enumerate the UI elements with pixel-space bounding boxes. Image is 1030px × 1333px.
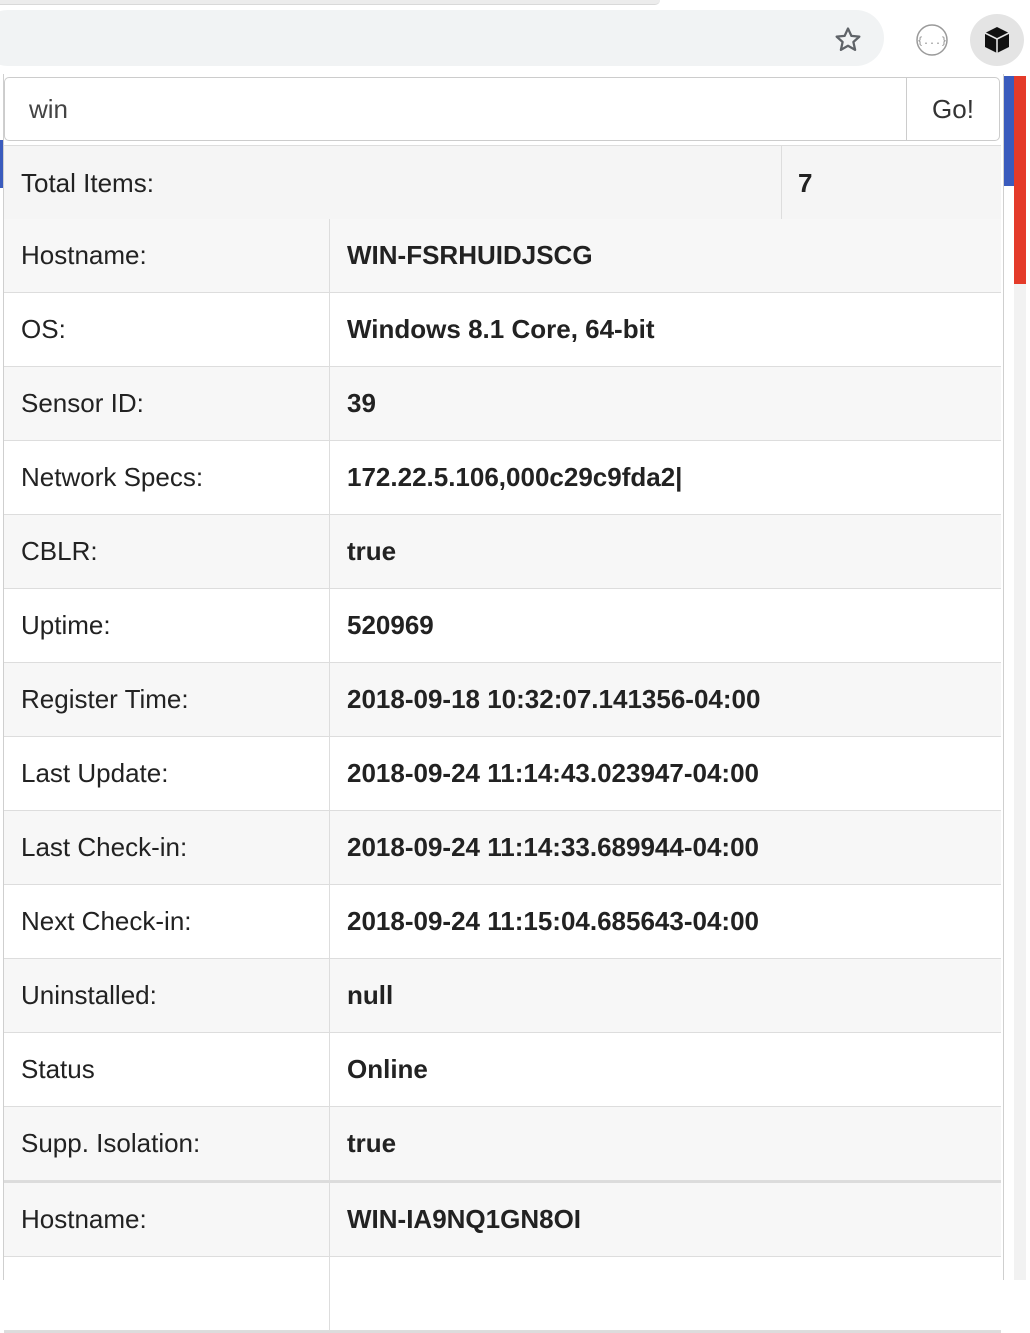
column-divider (781, 146, 782, 220)
row-value: null (347, 980, 394, 1010)
cube-extension-icon[interactable] (970, 14, 1024, 66)
record-row-hostname: Hostname: WIN-IA9NQ1GN8OI (4, 1183, 1001, 1257)
record-row-cblr: CBLR: true (4, 515, 1001, 589)
row-value: Online (347, 1054, 428, 1084)
row-value: WIN-IA9NQ1GN8OI (347, 1204, 582, 1234)
row-value: 2018-09-24 11:15:04.685643-04:00 (347, 906, 760, 936)
row-label: Last Check-in: (21, 832, 188, 862)
record-row-sensor-id: Sensor ID: 39 (4, 367, 1001, 441)
scrollbar-thumb[interactable] (1014, 76, 1026, 284)
star-icon[interactable] (828, 20, 868, 60)
row-value: Windows 8.1 Core, 64-bit (347, 314, 655, 344)
row-label: Uninstalled: (21, 980, 157, 1010)
json-extension-icon[interactable]: {...} (912, 20, 952, 60)
total-items-value: 7 (798, 168, 813, 198)
record-row-next (4, 1257, 1001, 1331)
total-items-row: Total Items: 7 (4, 145, 1001, 221)
record-row-supp-isolation: Supp. Isolation: true (4, 1107, 1001, 1181)
row-label: Last Update: (21, 758, 169, 788)
scrollbar-track[interactable] (1014, 284, 1026, 1280)
row-label: OS: (21, 314, 66, 344)
row-label: Hostname: (21, 1204, 147, 1234)
row-label: Hostname: (21, 240, 147, 270)
search-bar: Go! (4, 77, 1000, 143)
row-label: Sensor ID: (21, 388, 144, 418)
row-label: Status (21, 1054, 95, 1084)
record-row-uninstalled: Uninstalled: null (4, 959, 1001, 1033)
row-label: Uptime: (21, 610, 111, 640)
search-input[interactable] (4, 77, 906, 141)
row-value: WIN-FSRHUIDJSCG (347, 240, 593, 270)
record-row-last-update: Last Update: 2018-09-24 11:14:43.023947-0… (4, 737, 1001, 811)
address-bar[interactable] (0, 10, 884, 66)
svg-text:{...}: {...} (917, 36, 947, 47)
record-row-os: OS: Windows 8.1 Core, 64-bit (4, 293, 1001, 367)
sensor-record: Hostname: WIN-IA9NQ1GN8OI (4, 1183, 1001, 1333)
row-label: Next Check-in: (21, 906, 192, 936)
row-value: true (347, 536, 397, 566)
record-row-register-time: Register Time: 2018-09-18 10:32:07.141356… (4, 663, 1001, 737)
browser-toolbar: {...} (0, 0, 1030, 70)
row-value: 39 (347, 388, 376, 418)
row-value: 172.22.5.106,000c29c9fda2| (347, 462, 683, 492)
go-button[interactable]: Go! (906, 77, 1000, 141)
row-value: 2018-09-24 11:14:43.023947-04:00 (347, 758, 760, 788)
record-row-status: Status Online (4, 1033, 1001, 1107)
sensor-record: Hostname: WIN-FSRHUIDJSCG OS: Windows 8.1 … (4, 219, 1001, 1183)
total-items-label: Total Items: (21, 168, 154, 198)
row-value: 2018-09-18 10:32:07.141356-04:00 (347, 684, 761, 714)
row-label: CBLR: (21, 536, 98, 566)
sensor-records: Hostname: WIN-FSRHUIDJSCG OS: Windows 8.1 … (4, 219, 1001, 1333)
row-label: Register Time: (21, 684, 189, 714)
record-row-network-specs: Network Specs: 172.22.5.106,000c29c9fda2| (4, 441, 1001, 515)
tab-strip (0, 0, 660, 5)
extension-popup: Go! Total Items: 7 Hostname: WIN-FSRHUIDJ… (3, 74, 1004, 1333)
row-value: 520969 (347, 610, 434, 640)
record-row-next-checkin: Next Check-in: 2018-09-24 11:15:04.685643… (4, 885, 1001, 959)
row-value: 2018-09-24 11:14:33.689944-04:00 (347, 832, 760, 862)
row-value: true (347, 1128, 397, 1158)
record-row-last-checkin: Last Check-in: 2018-09-24 11:14:33.689944… (4, 811, 1001, 885)
record-row-hostname: Hostname: WIN-FSRHUIDJSCG (4, 219, 1001, 293)
row-label: Network Specs: (21, 462, 204, 492)
record-row-uptime: Uptime: 520969 (4, 589, 1001, 663)
row-label: Supp. Isolation: (21, 1128, 201, 1158)
